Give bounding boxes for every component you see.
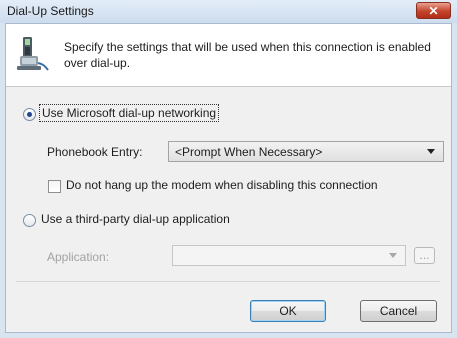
phonebook-entry-label: Phonebook Entry: <box>47 145 143 159</box>
do-not-hang-up-label[interactable]: Do not hang up the modem when disabling … <box>66 178 378 192</box>
chevron-down-icon <box>389 253 397 258</box>
dialog-header: Specify the settings that will be used w… <box>6 24 451 87</box>
separator-line <box>16 281 440 282</box>
close-icon: ✕ <box>428 3 439 18</box>
application-label: Application: <box>47 250 110 264</box>
title-bar[interactable]: Dial-Up Settings ✕ <box>0 0 457 23</box>
phone-computer-icon <box>17 36 51 75</box>
phonebook-entry-value: <Prompt When Necessary> <box>175 145 323 159</box>
browse-button-label: ... <box>419 248 430 262</box>
use-microsoft-dialup-label[interactable]: Use Microsoft dial-up networking <box>38 104 220 122</box>
close-button[interactable]: ✕ <box>416 2 451 19</box>
browse-application-button[interactable]: ... <box>414 247 435 264</box>
window-title: Dial-Up Settings <box>7 4 94 18</box>
phonebook-entry-select[interactable]: <Prompt When Necessary> <box>168 141 444 162</box>
chevron-down-icon <box>427 149 435 154</box>
use-microsoft-dialup-radio[interactable] <box>23 108 36 121</box>
cancel-button-label: Cancel <box>379 304 418 318</box>
cancel-button[interactable]: Cancel <box>360 300 437 322</box>
use-third-party-label[interactable]: Use a third-party dial-up application <box>41 212 230 226</box>
dialog-body: Specify the settings that will be used w… <box>5 23 452 333</box>
ok-button-label: OK <box>279 304 297 318</box>
ok-button[interactable]: OK <box>250 300 326 322</box>
application-select[interactable] <box>172 245 406 266</box>
use-third-party-radio[interactable] <box>23 214 36 227</box>
header-description: Specify the settings that will be used w… <box>64 40 431 70</box>
do-not-hang-up-checkbox[interactable] <box>48 180 61 193</box>
